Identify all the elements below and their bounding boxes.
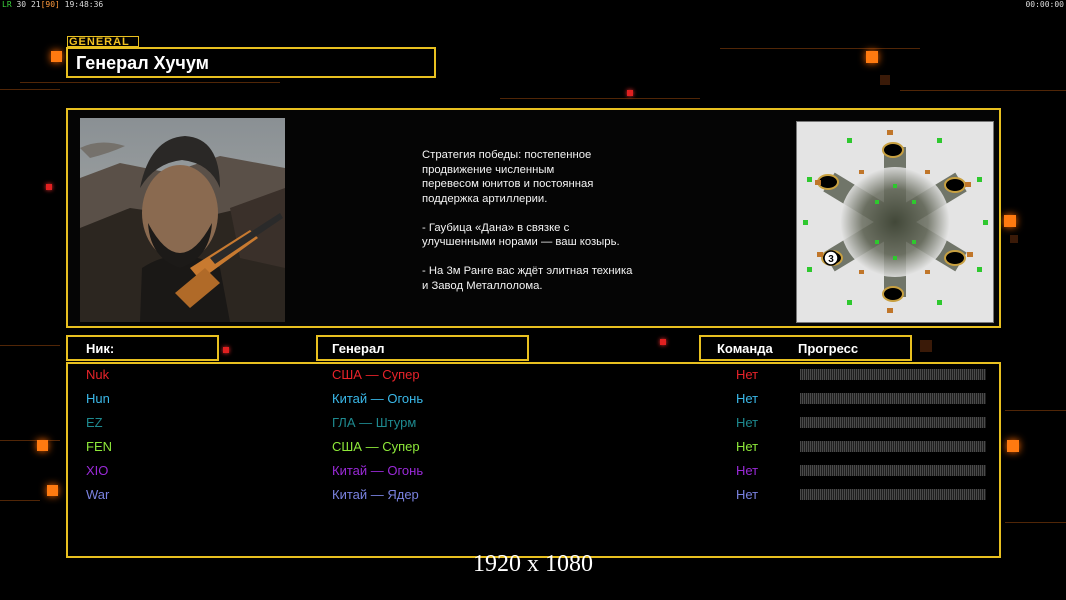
hud-value-b: 21	[30, 0, 41, 9]
hud-clock: 19:48:36	[64, 0, 104, 9]
player-team: Нет	[736, 439, 759, 454]
portrait-image	[80, 118, 285, 322]
hud-value-c: [90]	[40, 0, 60, 9]
hud-prefix: LR	[2, 0, 12, 9]
general-portrait	[80, 118, 285, 322]
player-nick: Hun	[86, 391, 110, 406]
player-progress-bar	[800, 489, 986, 500]
player-progress-bar	[800, 417, 986, 428]
general-name: Генерал Хучум	[76, 53, 209, 73]
map-player-marker: 3	[828, 254, 834, 265]
player-team: Нет	[736, 415, 759, 430]
player-general: ГЛА — Штурм	[332, 415, 417, 430]
header-general: Генерал	[332, 341, 385, 356]
player-progress-bar	[800, 369, 986, 380]
strategy-description: Стратегия победы: постепенное продвижени…	[422, 149, 633, 292]
player-general: США — Супер	[332, 439, 420, 454]
player-team: Нет	[736, 463, 759, 478]
header-general-box: Генерал	[316, 335, 529, 361]
header-team-progress-box: Команда Прогресс	[699, 335, 912, 361]
map-preview-image: 3	[797, 122, 993, 322]
header-nick: Ник:	[86, 341, 115, 356]
player-row: Hun Китай — Огонь Нет	[68, 389, 999, 409]
player-nick: War	[86, 487, 110, 502]
players-panel: Nuk США — Супер Нет Hun Китай — Огонь Нет EZ ГЛ…	[66, 362, 1001, 558]
player-team: Нет	[736, 391, 759, 406]
general-title-box: Генерал Хучум	[66, 47, 436, 78]
general-tag: GENERAL	[67, 36, 139, 48]
player-team: Нет	[736, 367, 759, 382]
player-general: Китай — Огонь	[332, 463, 424, 478]
player-progress-bar	[800, 441, 986, 452]
top-hud: LR 30 21[90] 19:48:36 00:00:00	[0, 0, 1066, 10]
player-progress-bar	[800, 465, 986, 476]
player-nick: EZ	[86, 415, 103, 430]
map-preview: 3	[796, 121, 994, 323]
player-row: War Китай — Ядер Нет	[68, 485, 999, 505]
player-general: Китай — Ядер	[332, 487, 419, 502]
player-team: Нет	[736, 487, 759, 502]
player-row: XIO Китай — Огонь Нет	[68, 461, 999, 481]
player-general: Китай — Огонь	[332, 391, 424, 406]
general-info-panel: Стратегия победы: постепенное продвижени…	[66, 108, 1001, 328]
header-nick-box: Ник:	[66, 335, 219, 361]
resolution-label: 1920 x 1080	[473, 551, 593, 577]
player-progress-bar	[800, 393, 986, 404]
player-nick: XIO	[86, 463, 109, 478]
hud-left-stats: LR 30 21[90] 19:48:36	[2, 0, 103, 9]
header-team: Команда	[717, 341, 773, 356]
player-row: Nuk США — Супер Нет	[68, 365, 999, 385]
hud-value-a: 30	[16, 0, 27, 9]
hud-timer: 00:00:00	[1025, 0, 1064, 9]
player-nick: FEN	[86, 439, 112, 454]
player-row: FEN США — Супер Нет	[68, 437, 999, 457]
player-general: США — Супер	[332, 367, 420, 382]
player-row: EZ ГЛА — Штурм Нет	[68, 413, 999, 433]
header-progress: Прогресс	[798, 341, 859, 356]
player-nick: Nuk	[86, 367, 110, 382]
